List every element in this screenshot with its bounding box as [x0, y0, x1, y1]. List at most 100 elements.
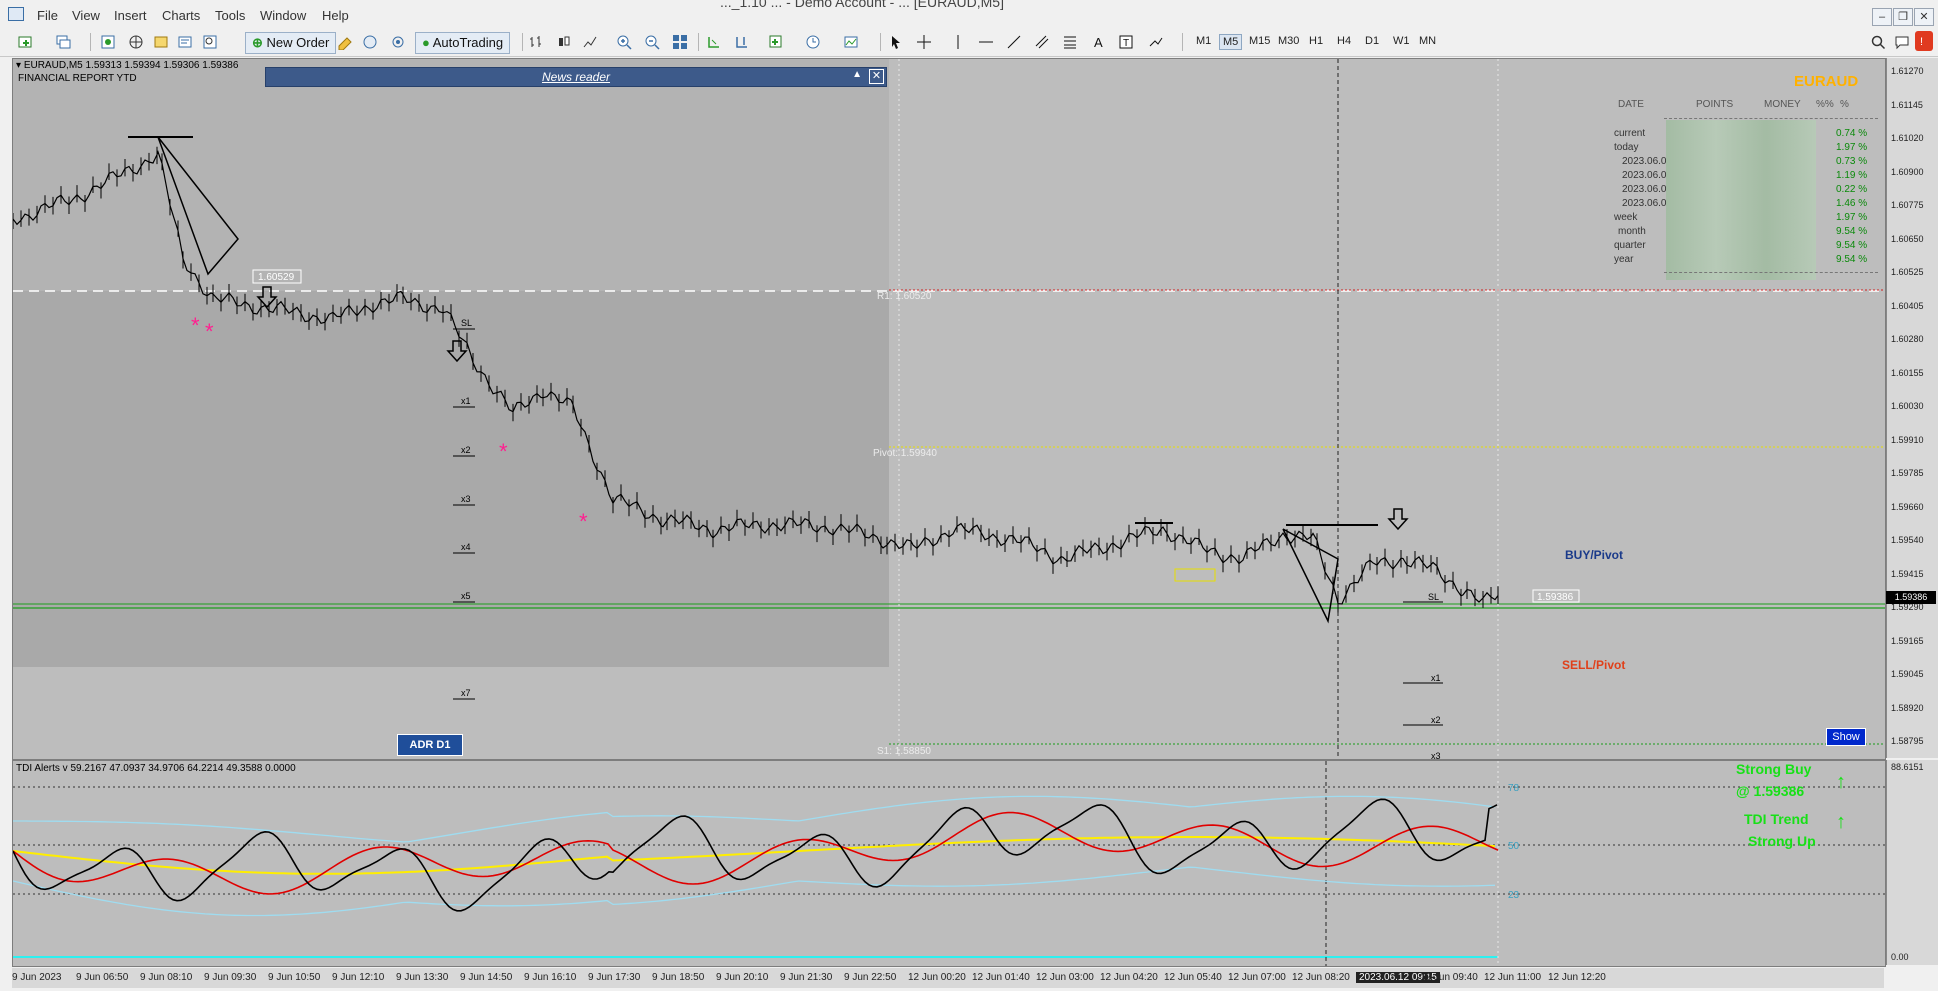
news-reader-link[interactable]: News reader [266, 70, 886, 84]
tf-m5[interactable]: M5 [1219, 34, 1243, 50]
crosshair-icon[interactable] [916, 34, 932, 50]
tdi-label: TDI Alerts v 59.2167 47.0937 34.9706 64.… [16, 763, 296, 774]
line-chart-icon[interactable] [582, 34, 598, 50]
report-row-label: week [1614, 212, 1638, 223]
horizontal-line-icon[interactable] [978, 34, 994, 50]
tdi-axis-top: 88.6151 [1891, 762, 1924, 772]
menu-window[interactable]: Window [260, 8, 306, 23]
time-axis-label: 12 Jun 12:20 [1548, 972, 1606, 983]
market-watch-icon[interactable] [100, 34, 116, 50]
close-icon[interactable]: ✕ [869, 69, 884, 84]
strategy-tester-icon[interactable] [202, 34, 218, 50]
templates-icon[interactable] [843, 34, 859, 50]
price-axis-tick: 1.61020 [1891, 133, 1924, 143]
adr-button[interactable]: ADR D1 [397, 734, 463, 756]
new-chart-icon[interactable] [18, 34, 34, 50]
report-row-label: month [1618, 226, 1646, 237]
price-axis-tick: 1.59785 [1891, 468, 1924, 478]
indicators-icon[interactable] [768, 34, 784, 50]
menu-insert[interactable]: Insert [114, 8, 147, 23]
news-reader-bar[interactable]: News reader ▲ ✕ [265, 67, 887, 87]
zoom-in-icon[interactable] [616, 34, 632, 50]
financial-report-panel: DATE POINTS MONEY %% % current 0.74 % to… [1600, 92, 1880, 282]
tf-mn[interactable]: MN [1416, 34, 1439, 48]
account-badge-icon[interactable]: ! [1914, 30, 1934, 52]
app-icon [8, 7, 24, 21]
report-row-label: today [1614, 142, 1639, 153]
candlestick-icon[interactable] [556, 34, 572, 50]
price-axis: 1.61270 1.61145 1.61020 1.60900 1.60775 1.606… [1886, 58, 1938, 758]
tf-m1[interactable]: M1 [1193, 34, 1214, 48]
close-icon[interactable]: ✕ [1914, 8, 1934, 26]
price-axis-tick: 1.61270 [1891, 66, 1924, 76]
report-header: POINTS [1696, 99, 1734, 110]
time-axis-label: 9 Jun 17:30 [588, 972, 641, 983]
tf-w1[interactable]: W1 [1390, 34, 1413, 48]
time-axis-label: 9 Jun 20:10 [716, 972, 769, 983]
current-price-label: 1.59386 [1537, 592, 1574, 603]
data-window-icon[interactable] [153, 34, 169, 50]
text-icon[interactable]: A [1090, 34, 1106, 50]
tf-d1[interactable]: D1 [1362, 34, 1382, 48]
autotrading-button[interactable]: ● AutoTrading [415, 32, 511, 54]
collapse-icon[interactable]: ▲ [852, 69, 862, 80]
periods-icon[interactable] [805, 34, 821, 50]
search-icon[interactable] [1870, 34, 1886, 50]
tf-m15[interactable]: M15 [1246, 34, 1273, 48]
chat-icon[interactable] [1894, 34, 1910, 50]
vertical-line-icon[interactable] [950, 34, 966, 50]
time-axis-label: 9 Jun 2023 [12, 972, 62, 983]
time-axis-label: 9 Jun 18:50 [652, 972, 705, 983]
tdi-level-label: 50 [1508, 841, 1520, 852]
tdi-trend-value: Strong Up [1748, 833, 1816, 849]
menu-tools[interactable]: Tools [215, 8, 245, 23]
menu-help[interactable]: Help [322, 8, 349, 23]
terminal-icon[interactable] [177, 34, 193, 50]
navigator-icon[interactable] [128, 34, 144, 50]
tdi-level-label: 23 [1508, 890, 1520, 901]
pivot-label: Pivot: 1.59940 [873, 448, 937, 459]
cursor-icon[interactable] [888, 34, 904, 50]
level-label: x4 [461, 542, 471, 552]
metaeditor-icon[interactable] [337, 34, 353, 50]
tf-h4[interactable]: H4 [1334, 34, 1354, 48]
minimize-icon[interactable]: – [1872, 8, 1892, 26]
fibonacci-icon[interactable] [1062, 34, 1078, 50]
tdi-subwindow[interactable]: 78 50 23 [12, 760, 1886, 967]
autotrading-icon: ● [422, 35, 433, 50]
level-label: x1 [461, 396, 471, 406]
level-label: SL [1428, 592, 1439, 602]
profiles-icon[interactable] [55, 34, 71, 50]
arrows-icon[interactable] [1148, 34, 1164, 50]
market-icon[interactable] [362, 34, 378, 50]
trendline-icon[interactable] [1006, 34, 1022, 50]
bar-chart-icon[interactable] [528, 34, 544, 50]
time-axis: 9 Jun 2023 9 Jun 06:50 9 Jun 08:10 9 Jun 09… [12, 968, 1884, 988]
price-axis-tick: 1.59045 [1891, 669, 1924, 679]
report-row-label: current [1614, 128, 1646, 139]
menu-charts[interactable]: Charts [162, 8, 200, 23]
auto-scroll-icon[interactable] [706, 34, 722, 50]
price-axis-tick: 1.60280 [1891, 334, 1924, 344]
tf-m30[interactable]: M30 [1275, 34, 1302, 48]
menu-view[interactable]: View [72, 8, 100, 23]
tile-windows-icon[interactable] [672, 34, 688, 50]
new-order-button[interactable]: ⊕ New Order [245, 32, 337, 54]
text-label-icon[interactable]: T [1118, 34, 1134, 50]
restore-icon[interactable]: ❐ [1893, 8, 1913, 26]
chart-shift-icon[interactable] [734, 34, 750, 50]
price-axis-tick: 1.59660 [1891, 501, 1924, 512]
level-label: SL [461, 318, 472, 328]
window-title: ..._1.10 ... - Demo Account - ... [EURAU… [720, 0, 1004, 10]
signals-icon[interactable] [390, 34, 406, 50]
tf-h1[interactable]: H1 [1306, 34, 1326, 48]
report-row-label: 2023.06.0 [1622, 198, 1667, 209]
new-order-icon: ⊕ [252, 35, 267, 50]
show-button[interactable]: Show [1826, 728, 1866, 746]
time-axis-label: 9 Jun 08:10 [140, 972, 193, 983]
toolbar: ⊕ New Order ● AutoTrading A T M1 M5 M15 … [0, 28, 1938, 57]
zoom-out-icon[interactable] [644, 34, 660, 50]
menu-file[interactable]: File [37, 8, 58, 23]
channel-icon[interactable] [1034, 34, 1050, 50]
report-row-value: 0.74 % [1836, 128, 1868, 139]
